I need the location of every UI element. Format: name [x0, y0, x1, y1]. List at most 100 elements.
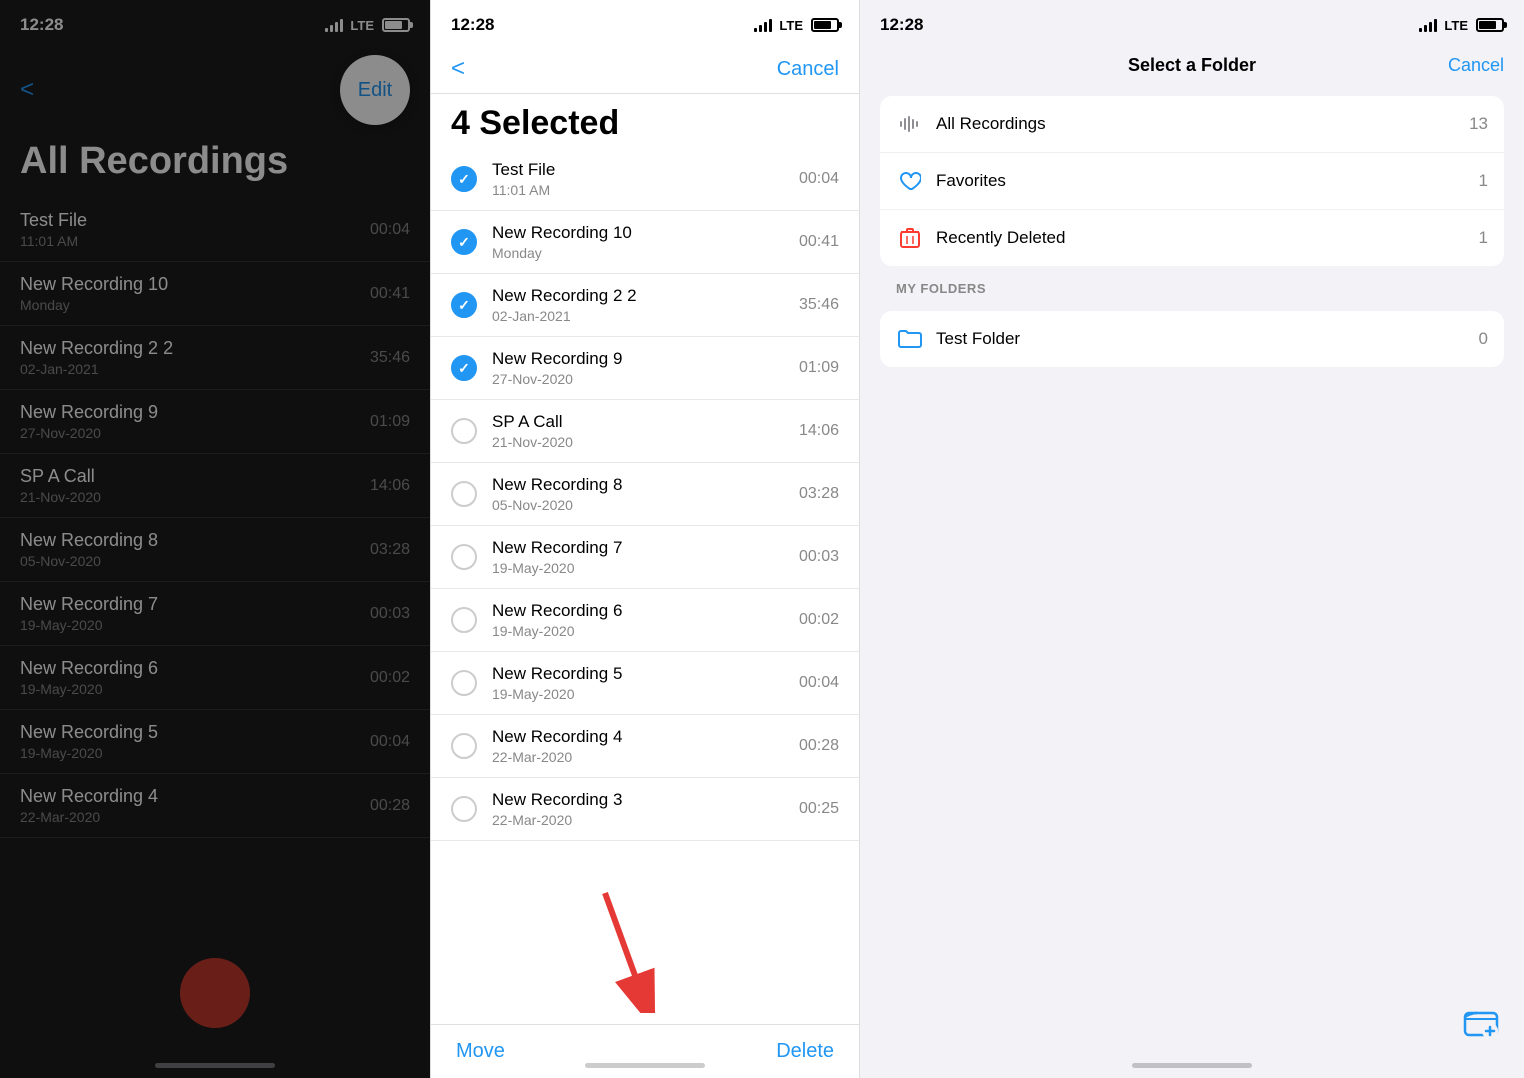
- item-date: 05-Nov-2020: [492, 497, 799, 513]
- item-name: New Recording 3: [492, 790, 799, 810]
- item-date: Monday: [492, 245, 799, 261]
- list-item[interactable]: Test File 11:01 AM 00:04: [431, 148, 859, 211]
- list-item[interactable]: New Recording 6 19-May-2020 00:02: [431, 589, 859, 652]
- recordings-list-panel2: Test File 11:01 AM 00:04 New Recording 1…: [431, 148, 859, 1024]
- item-info: New Recording 5 19-May-2020: [492, 664, 799, 702]
- list-item[interactable]: New Recording 5 19-May-2020 00:04: [431, 652, 859, 715]
- folder-row[interactable]: All Recordings 13: [880, 96, 1504, 153]
- item-name: New Recording 4: [492, 727, 799, 747]
- home-indicator-panel3: [1132, 1063, 1252, 1068]
- list-item[interactable]: New Recording 9 27-Nov-2020 01:09: [431, 337, 859, 400]
- item-name: SP A Call: [492, 412, 799, 432]
- status-icons-panel2: LTE: [754, 18, 839, 33]
- item-duration: 14:06: [799, 422, 839, 440]
- back-button-panel2[interactable]: <: [451, 55, 465, 83]
- signal-bars-panel2: [754, 18, 772, 32]
- checkbox[interactable]: [451, 355, 477, 381]
- folder-count: 13: [1469, 114, 1488, 134]
- status-bar-panel3: 12:28 LTE: [860, 0, 1524, 50]
- signal-bar-p2-1: [754, 28, 757, 32]
- checkbox[interactable]: [451, 481, 477, 507]
- item-date: 27-Nov-2020: [492, 371, 799, 387]
- delete-button[interactable]: Delete: [776, 1040, 834, 1063]
- selection-title: 4 Selected: [431, 94, 859, 148]
- cancel-button-panel3[interactable]: Cancel: [1448, 55, 1504, 76]
- folder-count: 1: [1479, 228, 1488, 248]
- battery-fill-panel3: [1479, 21, 1496, 29]
- list-item[interactable]: New Recording 4 22-Mar-2020 00:28: [431, 715, 859, 778]
- p2-nav: < Cancel: [431, 50, 859, 94]
- item-duration: 00:04: [799, 674, 839, 692]
- item-date: 11:01 AM: [492, 182, 799, 198]
- panel1-dim-overlay: [0, 0, 430, 1078]
- lte-panel3: LTE: [1444, 18, 1468, 33]
- item-info: New Recording 6 19-May-2020: [492, 601, 799, 639]
- time-panel3: 12:28: [880, 15, 923, 35]
- item-info: New Recording 8 05-Nov-2020: [492, 475, 799, 513]
- checkbox[interactable]: [451, 670, 477, 696]
- list-item[interactable]: New Recording 3 22-Mar-2020 00:25: [431, 778, 859, 841]
- item-date: 21-Nov-2020: [492, 434, 799, 450]
- signal-bar-p3-3: [1429, 22, 1432, 32]
- checkbox[interactable]: [451, 292, 477, 318]
- home-indicator-panel2: [585, 1063, 705, 1068]
- checkbox[interactable]: [451, 607, 477, 633]
- my-folders-section: Test Folder 0: [860, 311, 1524, 367]
- item-info: SP A Call 21-Nov-2020: [492, 412, 799, 450]
- item-duration: 00:28: [799, 737, 839, 755]
- item-duration: 00:02: [799, 611, 839, 629]
- signal-bars-panel3: [1419, 18, 1437, 32]
- signal-bar-p3-1: [1419, 28, 1422, 32]
- list-item[interactable]: New Recording 8 05-Nov-2020 03:28: [431, 463, 859, 526]
- item-info: New Recording 4 22-Mar-2020: [492, 727, 799, 765]
- list-item[interactable]: SP A Call 21-Nov-2020 14:06: [431, 400, 859, 463]
- my-folders-card: Test Folder 0: [880, 311, 1504, 367]
- item-info: New Recording 7 19-May-2020: [492, 538, 799, 576]
- item-duration: 00:41: [799, 233, 839, 251]
- folder-row[interactable]: Recently Deleted 1: [880, 210, 1504, 266]
- folder-count: 0: [1479, 329, 1488, 349]
- add-folder-button[interactable]: [1463, 1005, 1499, 1048]
- folder-name: Favorites: [936, 171, 1479, 191]
- signal-bar-p3-4: [1434, 19, 1437, 32]
- item-duration: 03:28: [799, 485, 839, 503]
- lte-panel2: LTE: [779, 18, 803, 33]
- item-name: New Recording 5: [492, 664, 799, 684]
- signal-bar-p3-2: [1424, 25, 1427, 32]
- list-item[interactable]: New Recording 10 Monday 00:41: [431, 211, 859, 274]
- battery-panel2: [811, 18, 839, 32]
- time-panel2: 12:28: [451, 15, 494, 35]
- checkbox[interactable]: [451, 418, 477, 444]
- checkbox[interactable]: [451, 733, 477, 759]
- item-name: New Recording 2 2: [492, 286, 799, 306]
- cancel-button-panel2[interactable]: Cancel: [777, 58, 839, 81]
- folder-count: 1: [1479, 171, 1488, 191]
- folder-icon: [896, 110, 924, 138]
- list-item[interactable]: New Recording 2 2 02-Jan-2021 35:46: [431, 274, 859, 337]
- item-duration: 00:03: [799, 548, 839, 566]
- item-info: New Recording 10 Monday: [492, 223, 799, 261]
- system-folders-card: All Recordings 13 Favorites 1 Recently D…: [880, 96, 1504, 266]
- checkbox[interactable]: [451, 544, 477, 570]
- checkbox[interactable]: [451, 166, 477, 192]
- signal-bar-p2-4: [769, 19, 772, 32]
- folder-row[interactable]: Test Folder 0: [880, 311, 1504, 367]
- checkbox[interactable]: [451, 796, 477, 822]
- move-button[interactable]: Move: [456, 1040, 505, 1063]
- item-name: New Recording 10: [492, 223, 799, 243]
- item-duration: 00:04: [799, 170, 839, 188]
- folder-name: Recently Deleted: [936, 228, 1479, 248]
- folder-name: Test Folder: [936, 329, 1479, 349]
- signal-bar-p2-3: [764, 22, 767, 32]
- item-duration: 35:46: [799, 296, 839, 314]
- item-name: New Recording 7: [492, 538, 799, 558]
- folder-row[interactable]: Favorites 1: [880, 153, 1504, 210]
- checkbox[interactable]: [451, 229, 477, 255]
- list-item[interactable]: New Recording 7 19-May-2020 00:03: [431, 526, 859, 589]
- folder-icon: [896, 325, 924, 353]
- item-date: 22-Mar-2020: [492, 812, 799, 828]
- item-info: New Recording 2 2 02-Jan-2021: [492, 286, 799, 324]
- item-name: New Recording 6: [492, 601, 799, 621]
- item-date: 19-May-2020: [492, 560, 799, 576]
- item-name: New Recording 9: [492, 349, 799, 369]
